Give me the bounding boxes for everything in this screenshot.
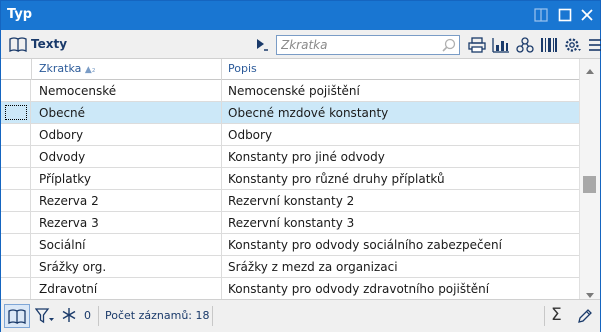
row-indicator[interactable] (1, 168, 31, 189)
cell-zkratka[interactable]: Nemocenské (39, 84, 116, 98)
sort-indicator: ▲₂ (84, 65, 96, 75)
texts-label[interactable]: Texty (31, 37, 67, 51)
barcode-icon[interactable] (539, 35, 559, 55)
table-row[interactable]: Zdravotní Konstanty pro odvody zdravotníh… (1, 278, 579, 299)
row-indicator[interactable] (1, 212, 31, 233)
toolbar: Texty (1, 30, 601, 59)
table-row[interactable]: Obecné Obecné mzdové konstanty (1, 102, 579, 124)
focus-marker (5, 105, 27, 120)
cell-popis[interactable]: Odbory (228, 128, 272, 142)
filter-icon[interactable] (34, 308, 55, 327)
cell-zkratka[interactable]: Rezerva 3 (39, 216, 99, 230)
cell-popis[interactable]: Srážky z mezd za organizaci (228, 260, 398, 274)
column-divider (221, 80, 222, 101)
column-divider (221, 234, 222, 255)
cell-zkratka[interactable]: Srážky org. (39, 260, 106, 274)
close-icon[interactable] (577, 5, 597, 25)
table-row[interactable]: Nemocenské Nemocenské pojištění (1, 80, 579, 102)
search-icon[interactable] (442, 38, 456, 55)
cell-popis[interactable]: Konstanty pro odvody sociálního zabezpeč… (228, 238, 502, 252)
status-divider (544, 306, 545, 326)
window-title: Typ (7, 7, 33, 22)
column-divider (221, 190, 222, 211)
table-row[interactable]: Rezerva 3 Rezervní konstanty 3 (1, 212, 579, 234)
restore-icon[interactable] (531, 5, 551, 25)
row-indicator[interactable] (1, 256, 31, 277)
column-divider (221, 212, 222, 233)
row-indicator[interactable] (1, 80, 31, 101)
column-header-popis[interactable]: Popis (228, 62, 257, 75)
search-field[interactable] (276, 35, 460, 55)
cell-popis[interactable]: Konstanty pro odvody zdravotního pojiště… (228, 282, 489, 296)
column-divider (221, 256, 222, 277)
cell-popis[interactable]: Rezervní konstanty 3 (228, 216, 354, 230)
frozen-count: 0 (84, 309, 91, 322)
table-row[interactable]: Odvody Konstanty pro jiné odvody (1, 146, 579, 168)
status-divider (212, 306, 213, 326)
data-grid: Zkratka ▲₂ Popis Nemocenské Nemocenské po… (1, 59, 579, 299)
search-input[interactable] (277, 36, 437, 54)
cell-zkratka[interactable]: Sociální (39, 238, 86, 252)
column-divider (221, 102, 222, 123)
status-bar: 0 Počet záznamů: 18 Σ (1, 299, 600, 332)
book-icon[interactable] (9, 37, 27, 55)
column-divider (221, 146, 222, 167)
cell-popis[interactable]: Konstanty pro různé druhy příplatků (228, 172, 445, 186)
table-row[interactable]: Rezerva 2 Rezervní konstanty 2 (1, 190, 579, 212)
run-arrow-icon[interactable] (255, 38, 269, 55)
row-indicator[interactable] (1, 234, 31, 255)
cell-popis[interactable]: Konstanty pro jiné odvody (228, 150, 385, 164)
cell-zkratka[interactable]: Příplatky (39, 172, 91, 186)
column-header-zkratka[interactable]: Zkratka ▲₂ (39, 62, 95, 75)
vertical-scrollbar[interactable] (579, 59, 600, 299)
menu-icon[interactable] (587, 35, 601, 55)
record-count: Počet záznamů: 18 (105, 309, 210, 322)
chart-icon[interactable] (491, 35, 511, 55)
print-icon[interactable] (467, 35, 487, 55)
table-row[interactable]: Odbory Odbory (1, 124, 579, 146)
status-divider (98, 306, 99, 326)
cell-zkratka[interactable]: Odbory (39, 128, 83, 142)
table-row[interactable]: Příplatky Konstanty pro různé druhy přípl… (1, 168, 579, 190)
row-indicator[interactable] (1, 102, 31, 123)
book-icon[interactable] (4, 304, 30, 328)
scroll-up-icon[interactable] (586, 63, 594, 77)
sigma-icon[interactable]: Σ (551, 305, 562, 325)
table-row[interactable]: Sociální Konstanty pro odvody sociálního … (1, 234, 579, 256)
cell-zkratka[interactable]: Rezerva 2 (39, 194, 99, 208)
maximize-icon[interactable] (555, 5, 575, 25)
column-label: Zkratka (39, 62, 82, 75)
cell-zkratka[interactable]: Obecné (39, 106, 85, 120)
edit-icon[interactable] (577, 308, 593, 327)
row-indicator[interactable] (1, 124, 31, 145)
title-bar[interactable]: Typ (1, 1, 600, 30)
column-divider (221, 124, 222, 145)
cell-popis[interactable]: Rezervní konstanty 2 (228, 194, 354, 208)
toolbar-actions (467, 35, 601, 55)
header-divider (31, 59, 32, 80)
column-divider (221, 278, 222, 299)
tree-icon[interactable] (515, 35, 535, 55)
scroll-thumb[interactable] (583, 176, 596, 193)
header-divider (221, 59, 222, 80)
grid-header: Zkratka ▲₂ Popis (1, 59, 579, 80)
cell-zkratka[interactable]: Odvody (39, 150, 85, 164)
settings-icon[interactable] (563, 35, 583, 55)
snowflake-icon[interactable] (61, 307, 77, 326)
cell-popis[interactable]: Obecné mzdové konstanty (228, 106, 388, 120)
cell-zkratka[interactable]: Zdravotní (39, 282, 97, 296)
row-indicator[interactable] (1, 146, 31, 167)
table-row[interactable]: Srážky org. Srážky z mezd za organizaci (1, 256, 579, 278)
window: Typ Texty Zkratka Zkratka ▲₂ Popis Nemoc… (0, 0, 601, 332)
row-indicator[interactable] (1, 278, 31, 299)
cell-popis[interactable]: Nemocenské pojištění (228, 84, 360, 98)
row-indicator[interactable] (1, 190, 31, 211)
column-divider (221, 168, 222, 189)
